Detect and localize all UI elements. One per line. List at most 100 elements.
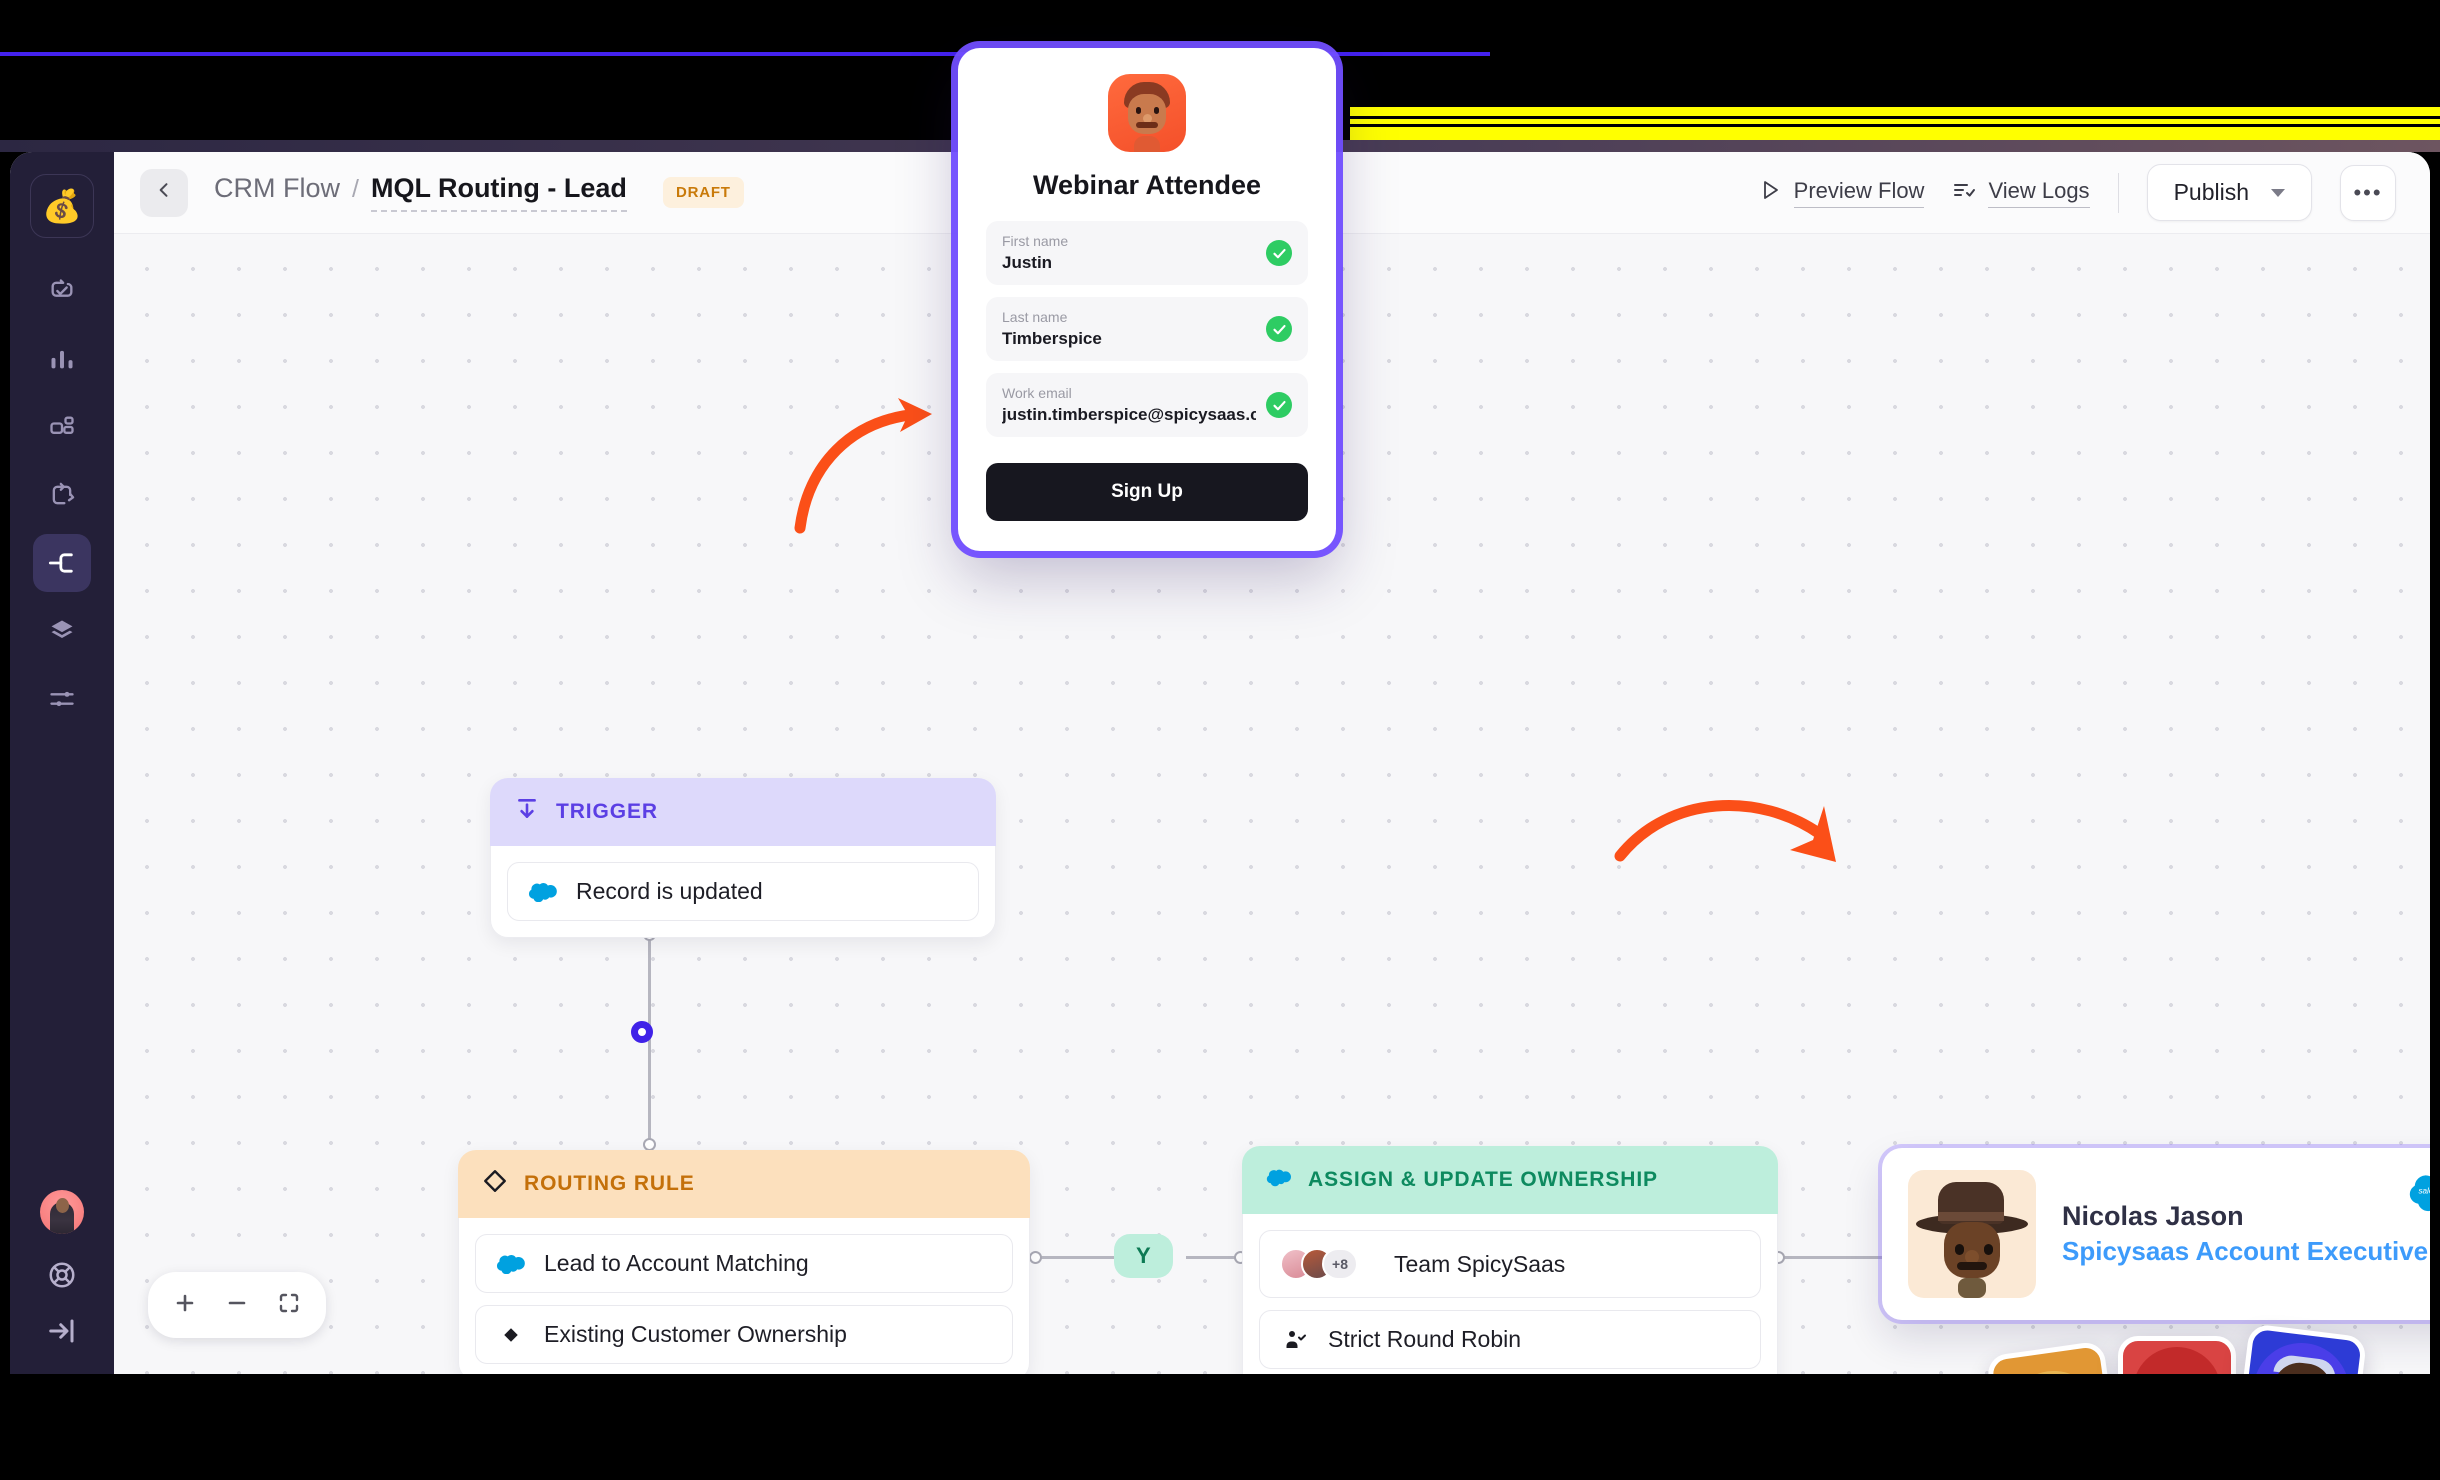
- node-row-strict-round-robin[interactable]: Strict Round Robin: [1259, 1310, 1761, 1369]
- team-avatar-stack: [1985, 1323, 2394, 1374]
- flow-builder-icon: [48, 549, 76, 577]
- sidebar-bottom: [40, 1190, 84, 1346]
- node-title-assign: ASSIGN & UPDATE OWNERSHIP: [1308, 1168, 1658, 1191]
- salesforce-cloud-icon: [528, 881, 558, 902]
- last-name-field[interactable]: Last name Timberspice: [986, 297, 1308, 361]
- valid-check-icon: [1266, 392, 1292, 418]
- chevron-down-icon: [2271, 188, 2285, 197]
- flow-title[interactable]: MQL Routing - Lead: [370, 173, 627, 212]
- fit-screen-icon: [277, 1291, 301, 1320]
- automations-icon: [48, 277, 76, 305]
- node-header-routing: ROUTING RULE: [458, 1150, 1030, 1218]
- connector-routing-branch: [1036, 1256, 1124, 1259]
- zoom-out-button[interactable]: [214, 1282, 260, 1328]
- sidebar-item-flow-builder[interactable]: [33, 534, 91, 592]
- valid-check-icon: [1266, 316, 1292, 342]
- salesforce-cloud-icon: [496, 1253, 526, 1274]
- analytics-icon: [48, 345, 76, 373]
- flow-node-trigger[interactable]: TRIGGER Record is updated: [490, 778, 996, 938]
- sync-icon: [48, 481, 76, 509]
- toolbar-divider: [2117, 172, 2119, 213]
- node-header-assign: ASSIGN & UPDATE OWNERSHIP: [1242, 1146, 1778, 1214]
- flow-node-assign-ownership[interactable]: ASSIGN & UPDATE OWNERSHIP +8 Team SpicyS…: [1242, 1146, 1778, 1374]
- assignee-result-card[interactable]: Nicolas Jason Spicysaas Account Executiv…: [1882, 1148, 2430, 1320]
- sidebar-item-automations[interactable]: [33, 262, 91, 320]
- last-name-value: Timberspice: [1002, 329, 1102, 348]
- collapse-sidebar-icon[interactable]: [47, 1316, 77, 1346]
- sidebar-nav-list: [33, 262, 91, 728]
- connector-assign-result: [1778, 1256, 1888, 1259]
- diamond-filled-icon: [496, 1326, 526, 1344]
- sidebar-item-layers[interactable]: [33, 602, 91, 660]
- valid-check-icon: [1266, 240, 1292, 266]
- publish-label: Publish: [2173, 179, 2249, 205]
- play-icon: [1758, 178, 1782, 208]
- team-member-chip-3[interactable]: [2234, 1323, 2368, 1374]
- arrow-into-line-icon: [514, 796, 540, 828]
- last-name-label: Last name: [1002, 309, 1068, 325]
- assignee-role: Spicysaas Account Executive: [2062, 1236, 2429, 1266]
- status-badge: DRAFT: [662, 177, 744, 208]
- avatar-overflow-count: +8: [1322, 1248, 1358, 1280]
- publish-button[interactable]: Publish: [2146, 164, 2312, 221]
- more-options-button[interactable]: •••: [2340, 164, 2396, 221]
- salesforce-cloud-icon: [1266, 1164, 1292, 1196]
- connector-endpoint-routing-right: [1029, 1251, 1042, 1264]
- breadcrumb: CRM Flow / MQL Routing - Lead DRAFT: [214, 173, 744, 212]
- flow-node-routing-rule[interactable]: ROUTING RULE Lead to Account Matching Ex…: [458, 1150, 1030, 1374]
- settings-sliders-icon: [48, 685, 76, 713]
- user-avatar[interactable]: [40, 1190, 84, 1234]
- sidebar-item-analytics[interactable]: [33, 330, 91, 388]
- node-row-label: Existing Customer Ownership: [544, 1321, 847, 1347]
- avatar-group-icon: +8: [1280, 1246, 1376, 1282]
- help-lifebuoy-icon[interactable]: [47, 1260, 77, 1290]
- node-row-label: Lead to Account Matching: [544, 1250, 809, 1276]
- dashboard-icon: [48, 413, 76, 441]
- user-check-icon: [1280, 1328, 1310, 1352]
- minus-icon: [225, 1291, 249, 1320]
- node-row-lead-account-matching[interactable]: Lead to Account Matching: [475, 1234, 1013, 1293]
- node-header-trigger: TRIGGER: [490, 778, 996, 846]
- node-row-existing-customer-ownership[interactable]: Existing Customer Ownership: [475, 1305, 1013, 1364]
- work-email-value: justin.timberspice@spicysaas.com: [1002, 405, 1256, 424]
- svg-text:salesforce: salesforce: [2418, 1187, 2430, 1196]
- nicolas-jason-avatar: [1908, 1170, 2036, 1298]
- logs-check-icon: [1952, 178, 1976, 208]
- team-member-chip-2[interactable]: [2118, 1336, 2236, 1374]
- chrome-yellow-band: [1350, 107, 2440, 143]
- screenshot-root: 💰 CRM Flow / MQL Routing - Lead DRAFT Pr…: [0, 0, 2440, 1480]
- layers-icon: [48, 617, 76, 645]
- fit-to-screen-button[interactable]: [266, 1282, 312, 1328]
- sign-up-button[interactable]: Sign Up: [986, 463, 1308, 521]
- view-logs-button[interactable]: View Logs: [1952, 178, 2090, 208]
- node-row-label: Record is updated: [576, 878, 763, 904]
- work-email-field[interactable]: Work email justin.timberspice@spicysaas.…: [986, 373, 1308, 437]
- view-logs-label: View Logs: [1988, 178, 2090, 208]
- connector-add-node-dot[interactable]: [631, 1021, 653, 1043]
- node-row-record-updated[interactable]: Record is updated: [507, 862, 979, 921]
- sidebar-item-dashboard[interactable]: [33, 398, 91, 456]
- zoom-in-button[interactable]: [162, 1282, 208, 1328]
- node-body-trigger: Record is updated: [490, 846, 996, 938]
- first-name-field[interactable]: First name Justin: [986, 221, 1308, 285]
- sidebar: 💰: [10, 152, 114, 1374]
- signup-card-title: Webinar Attendee: [1032, 170, 1262, 200]
- breadcrumb-root[interactable]: CRM Flow: [214, 173, 340, 204]
- webinar-attendee-avatar: [1108, 74, 1186, 152]
- first-name-value: Justin: [1002, 253, 1053, 272]
- branch-label-y[interactable]: Y: [1114, 1234, 1173, 1278]
- sidebar-item-sync[interactable]: [33, 466, 91, 524]
- back-button[interactable]: [140, 168, 188, 217]
- preview-flow-button[interactable]: Preview Flow: [1758, 178, 1925, 208]
- node-title-trigger: TRIGGER: [556, 800, 658, 823]
- brand-logo-button[interactable]: 💰: [30, 174, 94, 238]
- salesforce-badge-icon: salesforce: [2408, 1170, 2430, 1217]
- node-title-routing: ROUTING RULE: [524, 1172, 695, 1195]
- webinar-signup-card[interactable]: Webinar Attendee First name Justin Last …: [958, 48, 1336, 551]
- diamond-outline-icon: [482, 1168, 508, 1200]
- plus-icon: [173, 1291, 197, 1320]
- breadcrumb-separator: /: [352, 175, 359, 203]
- node-row-team-spicysaas[interactable]: +8 Team SpicySaas: [1259, 1230, 1761, 1298]
- team-member-chip-1[interactable]: [1985, 1340, 2121, 1374]
- sidebar-item-settings[interactable]: [33, 670, 91, 728]
